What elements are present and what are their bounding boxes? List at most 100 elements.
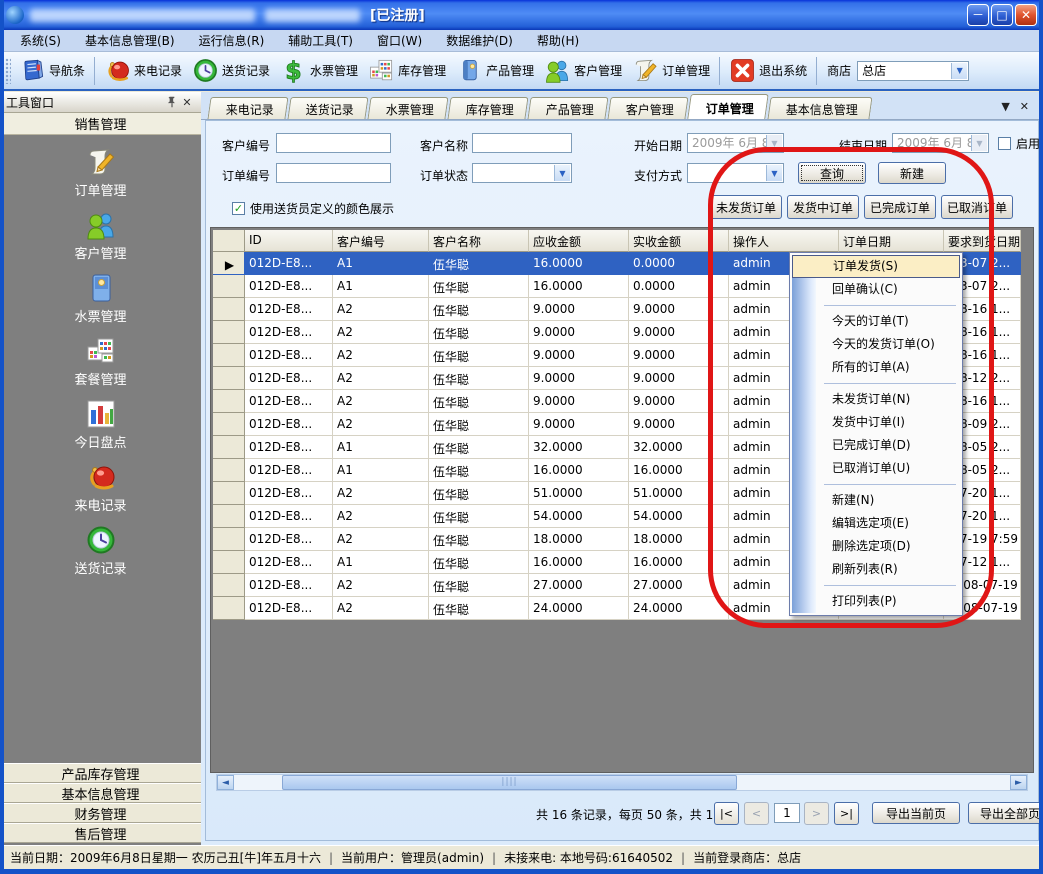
scroll-right-icon[interactable]: ► xyxy=(1010,775,1027,790)
scrollbar-track[interactable] xyxy=(234,775,1010,790)
context-menu-item-今天的订单(T)[interactable]: 今天的订单(T) xyxy=(792,310,960,333)
pin-icon[interactable] xyxy=(165,95,179,109)
row-selector-cell[interactable] xyxy=(213,482,245,505)
tab-来电记录[interactable]: 来电记录 xyxy=(207,97,288,119)
context-menu-item-订单发货(S)[interactable]: 订单发货(S) xyxy=(792,255,960,278)
close-button[interactable]: ✕ xyxy=(1015,4,1037,26)
tab-close-icon[interactable]: ✕ xyxy=(1020,100,1029,113)
context-menu-item-发货中订单(I)[interactable]: 发货中订单(I) xyxy=(792,411,960,434)
row-selector-cell[interactable] xyxy=(213,597,245,620)
prev-page-button[interactable]: < xyxy=(744,802,769,825)
menu-item-帮助(H)[interactable]: 帮助(H) xyxy=(525,30,591,51)
menu-item-窗口(W)[interactable]: 窗口(W) xyxy=(365,30,434,51)
context-menu-item-今天的发货订单(O)[interactable]: 今天的发货订单(O) xyxy=(792,333,960,356)
horizontal-scrollbar[interactable]: ◄ ► xyxy=(216,774,1028,791)
row-selector-cell[interactable] xyxy=(213,574,245,597)
last-page-button[interactable]: >| xyxy=(834,802,859,825)
context-menu-item-删除选定项(D)[interactable]: 删除选定项(D) xyxy=(792,535,960,558)
sidebar-item-套餐管理[interactable]: 套餐管理 xyxy=(0,335,201,398)
sidebar-section-基本信息管理[interactable]: 基本信息管理 xyxy=(0,783,201,803)
tab-库存管理[interactable]: 库存管理 xyxy=(448,97,529,119)
start-date-picker[interactable]: 2009年 6月 8日▼ xyxy=(687,133,784,153)
sidebar-item-今日盘点[interactable]: 今日盘点 xyxy=(0,398,201,461)
toolbar-button-来电记录[interactable]: 来电记录 xyxy=(99,55,187,86)
menu-item-基本信息管理(B)[interactable]: 基本信息管理(B) xyxy=(73,30,187,51)
export-all-pages-button[interactable]: 导出全部页 xyxy=(968,802,1043,824)
customer-no-input[interactable] xyxy=(276,133,391,153)
sidebar-section-财务管理[interactable]: 财务管理 xyxy=(0,803,201,823)
tab-送货记录[interactable]: 送货记录 xyxy=(287,97,368,119)
context-menu-item-刷新列表(R)[interactable]: 刷新列表(R) xyxy=(792,558,960,581)
tab-产品管理[interactable]: 产品管理 xyxy=(528,97,609,119)
toolbar-button-产品管理[interactable]: 产品管理 xyxy=(451,55,539,86)
menu-item-数据维护(D)[interactable]: 数据维护(D) xyxy=(434,30,525,51)
row-selector-cell[interactable] xyxy=(213,298,245,321)
toolbar-button-导航条[interactable]: 导航条 xyxy=(14,55,90,86)
row-selector-cell[interactable] xyxy=(213,367,245,390)
column-header-要求到货日期[interactable]: 要求到货日期 xyxy=(944,230,1021,252)
tab-客户管理[interactable]: 客户管理 xyxy=(608,97,689,119)
menu-item-运行信息(R)[interactable]: 运行信息(R) xyxy=(187,30,277,51)
toolbar-button-库存管理[interactable]: 库存管理 xyxy=(363,55,451,86)
sidebar-section-sales[interactable]: 销售管理 xyxy=(0,113,201,135)
chevron-down-icon[interactable]: ▼ xyxy=(951,63,967,79)
row-selector-cell[interactable] xyxy=(213,321,245,344)
context-menu-item-编辑选定项(E)[interactable]: 编辑选定项(E) xyxy=(792,512,960,535)
status-filter-button-发货中订单[interactable]: 发货中订单 xyxy=(787,195,859,219)
row-selector-cell[interactable] xyxy=(213,551,245,574)
row-selector-cell[interactable] xyxy=(213,390,245,413)
sidebar-item-送货记录[interactable]: 送货记录 xyxy=(0,524,201,587)
context-menu-item-新建(N)[interactable]: 新建(N) xyxy=(792,489,960,512)
enable-checkbox[interactable]: 启用 xyxy=(998,135,1040,152)
sidebar-section-产品库存管理[interactable]: 产品库存管理 xyxy=(0,763,201,783)
row-selector-cell[interactable] xyxy=(213,436,245,459)
next-page-button[interactable]: > xyxy=(804,802,829,825)
context-menu-item-所有的订单(A)[interactable]: 所有的订单(A) xyxy=(792,356,960,379)
sidebar-item-水票管理[interactable]: 水票管理 xyxy=(0,272,201,335)
toolbar-button-水票管理[interactable]: $水票管理 xyxy=(275,55,363,86)
deliverer-color-checkbox[interactable]: ✓使用送货员定义的颜色展示 xyxy=(232,200,394,217)
column-header-应收金额[interactable]: 应收金额 xyxy=(529,230,629,252)
toolbar-button-订单管理[interactable]: 订单管理 xyxy=(627,55,715,86)
row-selector-cell[interactable]: ▶ xyxy=(213,252,245,275)
new-button[interactable]: 新建 xyxy=(878,162,946,184)
row-selector-cell[interactable] xyxy=(213,459,245,482)
menu-item-辅助工具(T)[interactable]: 辅助工具(T) xyxy=(276,30,365,51)
context-menu-item-回单确认(C)[interactable]: 回单确认(C) xyxy=(792,278,960,301)
store-select[interactable]: 总店▼ xyxy=(857,61,969,81)
status-filter-button-未发货订单[interactable]: 未发货订单 xyxy=(710,195,782,219)
customer-name-input[interactable] xyxy=(472,133,572,153)
column-header-客户名称[interactable]: 客户名称 xyxy=(429,230,529,252)
sidebar-section-售后管理[interactable]: 售后管理 xyxy=(0,823,201,843)
page-number-input[interactable]: 1 xyxy=(774,803,800,823)
tab-水票管理[interactable]: 水票管理 xyxy=(367,97,448,119)
column-header-操作人[interactable]: 操作人 xyxy=(729,230,839,252)
column-header-实收金额[interactable]: 实收金额 xyxy=(629,230,729,252)
tab-list-dropdown-icon[interactable]: ▼ xyxy=(1001,100,1009,113)
status-filter-button-已取消订单[interactable]: 已取消订单 xyxy=(941,195,1013,219)
export-current-page-button[interactable]: 导出当前页 xyxy=(872,802,960,824)
tab-订单管理[interactable]: 订单管理 xyxy=(687,94,769,119)
row-selector-cell[interactable] xyxy=(213,413,245,436)
status-filter-button-已完成订单[interactable]: 已完成订单 xyxy=(864,195,936,219)
first-page-button[interactable]: |< xyxy=(714,802,739,825)
scroll-left-icon[interactable]: ◄ xyxy=(217,775,234,790)
toolbar-button-送货记录[interactable]: 送货记录 xyxy=(187,55,275,86)
sidebar-item-订单管理[interactable]: 订单管理 xyxy=(0,146,201,209)
row-selector-cell[interactable] xyxy=(213,275,245,298)
tab-基本信息管理[interactable]: 基本信息管理 xyxy=(768,97,873,119)
column-header-客户编号[interactable]: 客户编号 xyxy=(333,230,429,252)
sidebar-item-来电记录[interactable]: 来电记录 xyxy=(0,461,201,524)
tool-window-close-icon[interactable]: ✕ xyxy=(179,96,195,109)
order-no-input[interactable] xyxy=(276,163,391,183)
minimize-button[interactable]: － xyxy=(967,4,989,26)
menu-item-系统(S)[interactable]: 系统(S) xyxy=(8,30,73,51)
context-menu-item-已取消订单(U)[interactable]: 已取消订单(U) xyxy=(792,457,960,480)
query-button[interactable]: 查询 xyxy=(798,162,866,184)
context-menu-item-未发货订单(N)[interactable]: 未发货订单(N) xyxy=(792,388,960,411)
column-header-ID[interactable]: ID xyxy=(245,230,333,252)
toolbar-button-退出系统[interactable]: 退出系统 xyxy=(724,55,812,86)
row-selector-cell[interactable] xyxy=(213,528,245,551)
sidebar-item-客户管理[interactable]: 客户管理 xyxy=(0,209,201,272)
column-header-订单日期[interactable]: 订单日期 xyxy=(839,230,944,252)
